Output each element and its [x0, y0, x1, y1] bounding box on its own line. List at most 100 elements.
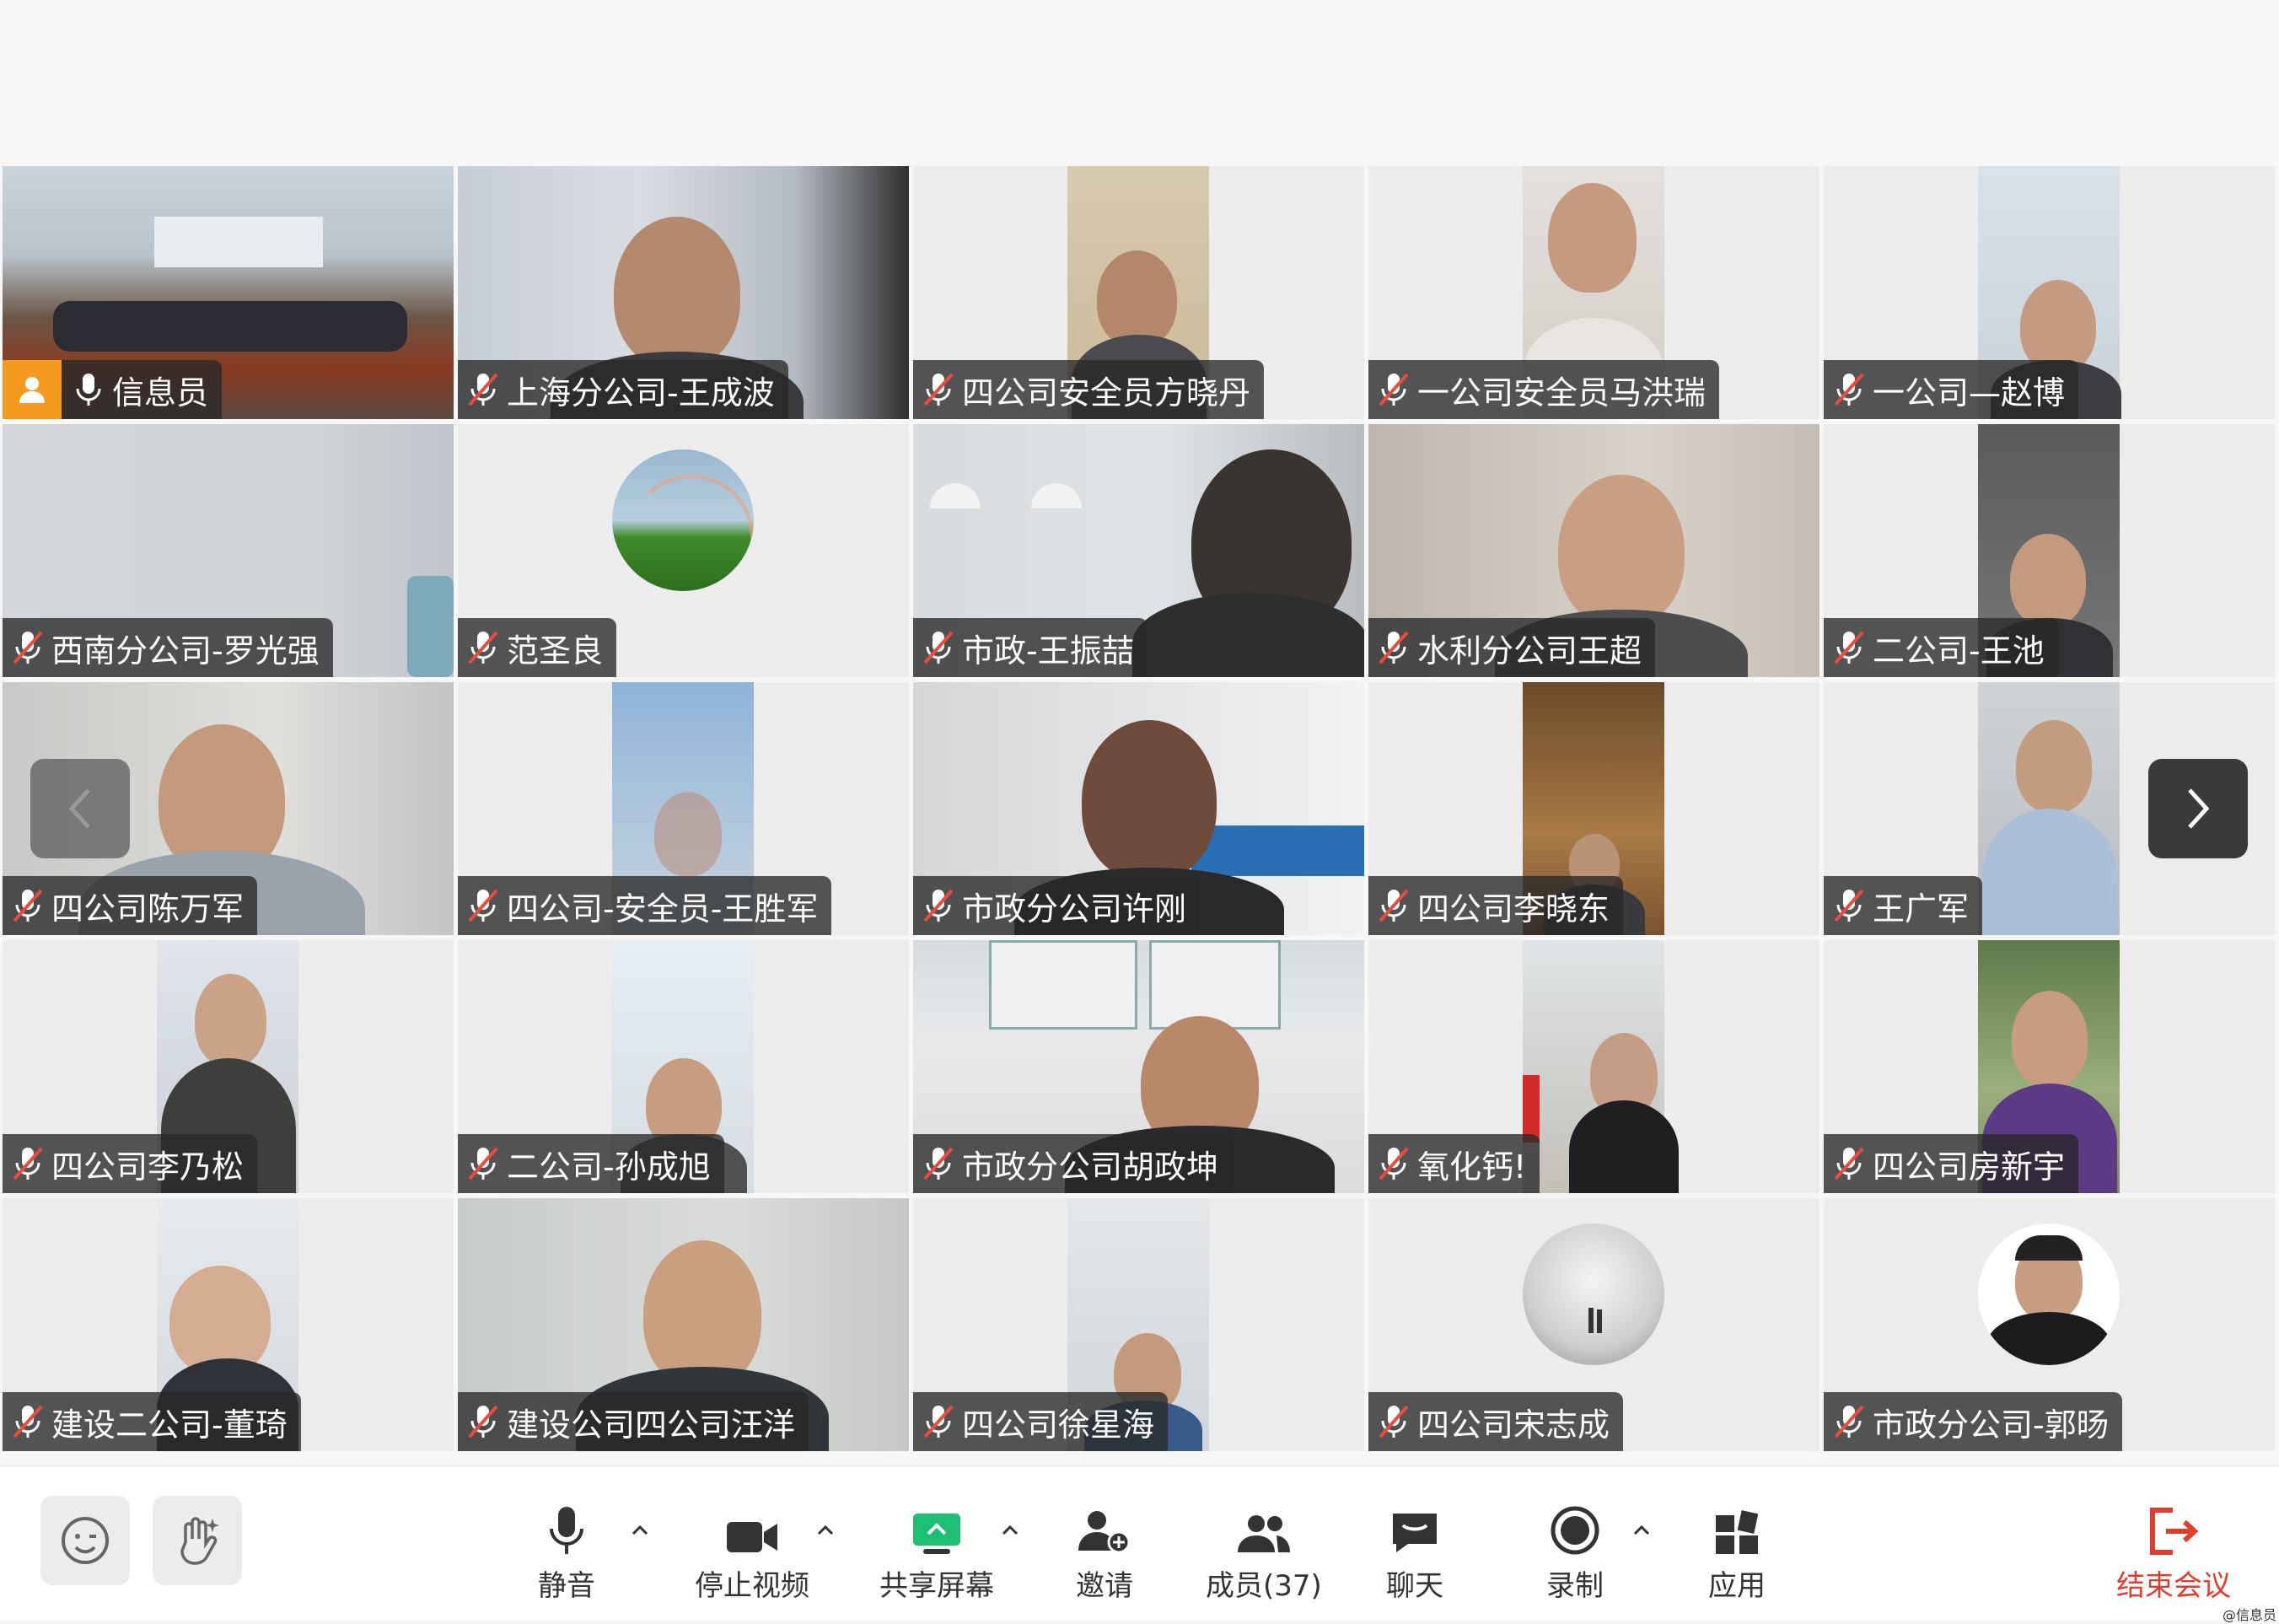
- apps-label: 应用: [1708, 1569, 1766, 1603]
- participant-name: 建设公司四公司汪洋: [507, 1406, 796, 1444]
- stop-video-button[interactable]: 停止视频: [695, 1502, 809, 1604]
- video-options-caret[interactable]: [813, 1517, 838, 1542]
- avatar: [1523, 1223, 1664, 1365]
- record-label: 录制: [1546, 1569, 1604, 1603]
- participant-tile[interactable]: 四公司安全员方晓丹: [913, 166, 1364, 419]
- participant-tile[interactable]: 水利分公司王超: [1368, 424, 1819, 677]
- meeting-toolbar: 静音 停止视频 共享屏幕 邀请 成员(37) 聊天 录制 应用 结束会议: [0, 1465, 2279, 1620]
- participant-name: 四公司徐星海: [962, 1406, 1155, 1444]
- muted-mic-icon: [923, 1147, 954, 1180]
- muted-mic-icon: [1834, 373, 1864, 406]
- participant-tile[interactable]: 二公司-孙成旭: [458, 940, 909, 1193]
- muted-mic-icon: [468, 889, 498, 922]
- record-options-caret[interactable]: [1629, 1517, 1654, 1542]
- participant-tile[interactable]: 四公司宋志成: [1368, 1198, 1819, 1451]
- participant-tile[interactable]: 四公司徐星海: [913, 1198, 1364, 1451]
- participant-label: 四公司房新宇: [1824, 1134, 2079, 1193]
- participant-tile[interactable]: 四公司房新宇: [1824, 940, 2275, 1193]
- participant-name: 四公司安全员方晓丹: [962, 374, 1251, 411]
- muted-mic-icon: [13, 889, 43, 922]
- participant-tile[interactable]: 建设公司四公司汪洋: [458, 1198, 909, 1451]
- participant-tile[interactable]: 市政-王振喆: [913, 424, 1364, 677]
- participant-tile[interactable]: 上海分公司-王成波: [458, 166, 909, 419]
- previous-page-button[interactable]: [30, 759, 130, 858]
- participant-label: 建设公司四公司汪洋: [458, 1392, 809, 1451]
- raise-hand-button[interactable]: [153, 1496, 242, 1585]
- host-icon: [3, 360, 62, 419]
- participant-tile[interactable]: 市政分公司胡政坤: [913, 940, 1364, 1193]
- participant-label: 四公司-安全员-王胜军: [458, 876, 832, 935]
- end-meeting-button[interactable]: 结束会议: [2116, 1502, 2231, 1604]
- muted-mic-icon: [1379, 1405, 1409, 1438]
- participant-tile[interactable]: 市政分公司许刚: [913, 682, 1364, 935]
- avatar: [612, 449, 754, 591]
- participant-label: 范圣良: [458, 618, 617, 677]
- muted-mic-icon: [468, 373, 498, 406]
- participant-name: 四公司-安全员-王胜军: [507, 890, 819, 928]
- participant-name: 王广军: [1873, 890, 1970, 928]
- participant-tile[interactable]: 氧化钙!: [1368, 940, 1819, 1193]
- participant-name: 一公司安全员马洪瑞: [1417, 374, 1707, 411]
- participant-label: 四公司李晓东: [1368, 876, 1624, 935]
- participant-label: 市政-王振喆: [913, 618, 1148, 677]
- muted-mic-icon: [923, 373, 954, 406]
- participant-name: 四公司宋志成: [1417, 1406, 1610, 1444]
- end-meeting-label: 结束会议: [2116, 1569, 2231, 1603]
- participant-label: 上海分公司-王成波: [458, 360, 788, 419]
- participant-label: 市政分公司胡政坤: [913, 1134, 1233, 1193]
- participant-label: 王广军: [1824, 876, 1983, 935]
- participant-name: 市政分公司许刚: [962, 890, 1187, 928]
- muted-mic-icon: [468, 1405, 498, 1438]
- participant-label: 四公司宋志成: [1368, 1392, 1624, 1451]
- chat-label: 聊天: [1386, 1569, 1443, 1603]
- microphone-icon: [550, 1507, 583, 1554]
- participant-name: 上海分公司-王成波: [507, 374, 775, 411]
- participant-name: 信息员: [112, 374, 209, 411]
- mute-label: 静音: [538, 1569, 595, 1603]
- participant-tile[interactable]: 建设二公司-董琦: [3, 1198, 454, 1451]
- muted-mic-icon: [923, 889, 954, 922]
- muted-mic-icon: [13, 1147, 43, 1180]
- next-page-button[interactable]: [2148, 759, 2248, 858]
- emoji-reaction-button[interactable]: [40, 1496, 130, 1585]
- emoji-icon: [62, 1517, 109, 1564]
- participant-tile[interactable]: 四公司-安全员-王胜军: [458, 682, 909, 935]
- video-camera-icon: [727, 1522, 777, 1552]
- chevron-left-icon: [68, 788, 90, 829]
- company-logo-wall: [154, 217, 323, 267]
- participant-tile[interactable]: 信息员: [3, 166, 454, 419]
- members-button[interactable]: 成员(37): [1206, 1502, 1322, 1604]
- participant-tile[interactable]: 西南分公司-罗光强: [3, 424, 454, 677]
- watermark-text: @信息员: [2223, 1607, 2277, 1623]
- chat-button[interactable]: 聊天: [1386, 1502, 1443, 1604]
- apps-button[interactable]: 应用: [1708, 1502, 1766, 1604]
- participant-name: 一公司—赵博: [1873, 374, 2066, 411]
- participant-tile[interactable]: 四公司李乃松: [3, 940, 454, 1193]
- participant-label: 一公司安全员马洪瑞: [1368, 360, 1720, 419]
- share-options-caret[interactable]: [997, 1517, 1023, 1542]
- mute-button[interactable]: 静音: [538, 1502, 595, 1604]
- participant-tile[interactable]: 四公司李晓东: [1368, 682, 1819, 935]
- muted-mic-icon: [1379, 1147, 1409, 1180]
- participant-tile[interactable]: 一公司安全员马洪瑞: [1368, 166, 1819, 419]
- stop-video-label: 停止视频: [695, 1569, 809, 1603]
- participant-tile[interactable]: 二公司-王池: [1824, 424, 2275, 677]
- share-screen-button[interactable]: 共享屏幕: [879, 1502, 994, 1604]
- participant-name: 市政分公司-郭旸: [1873, 1406, 2109, 1444]
- participant-name: 西南分公司-罗光强: [51, 632, 320, 669]
- record-button[interactable]: 录制: [1546, 1502, 1604, 1604]
- invite-button[interactable]: 邀请: [1076, 1502, 1133, 1604]
- muted-mic-icon: [1379, 631, 1409, 664]
- participant-name: 四公司李晓东: [1417, 890, 1610, 928]
- meeting-table: [53, 301, 407, 352]
- participant-tile[interactable]: 范圣良: [458, 424, 909, 677]
- participant-label: 四公司陈万军: [3, 876, 258, 935]
- participant-tile[interactable]: 一公司—赵博: [1824, 166, 2275, 419]
- muted-mic-icon: [13, 631, 43, 664]
- video-grid: 信息员 上海分公司-王成波 四公司安全员方晓丹 一公司安全员马洪瑞 一公司—赵博…: [0, 166, 2279, 1454]
- participant-label: 二公司-孙成旭: [458, 1134, 724, 1193]
- mute-options-caret[interactable]: [627, 1517, 653, 1542]
- muted-mic-icon: [923, 631, 954, 664]
- participant-tile[interactable]: 市政分公司-郭旸: [1824, 1198, 2275, 1451]
- participant-name: 范圣良: [507, 632, 604, 669]
